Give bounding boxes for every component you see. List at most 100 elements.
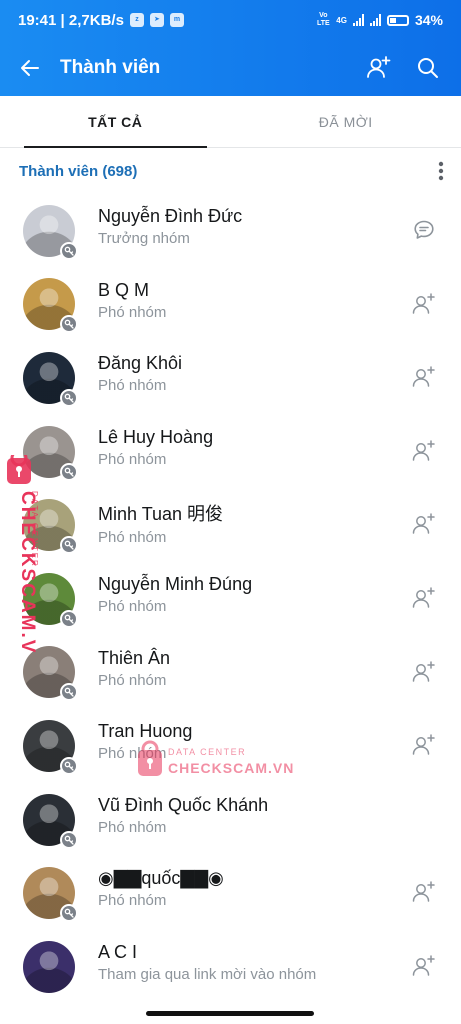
add-friend-button[interactable] <box>409 362 439 392</box>
key-icon <box>64 614 74 624</box>
add-friend-icon <box>412 955 435 976</box>
member-list: Nguyễn Đình Đức Trưởng nhóm B Q M Phó nhóm Đ… <box>0 194 461 1004</box>
add-friend-button[interactable] <box>409 583 439 613</box>
member-role: Phó nhóm <box>98 671 167 689</box>
member-row[interactable]: Minh Tuan 明俊 Phó nhóm <box>0 488 461 562</box>
member-avatar[interactable] <box>23 793 78 849</box>
member-role: Phó nhóm <box>98 377 167 395</box>
member-role: Trưởng nhóm <box>98 230 190 247</box>
member-avatar[interactable] <box>23 940 75 993</box>
tab-all[interactable]: TẤT CẢ <box>0 96 231 148</box>
key-icon <box>64 761 74 771</box>
key-icon <box>64 835 74 845</box>
member-row[interactable]: Nguyễn Minh Đúng Phó nhóm <box>0 562 461 636</box>
search-icon <box>418 58 438 78</box>
system-nav-bar <box>0 1004 461 1024</box>
member-name: A C I <box>98 941 138 962</box>
tab-invited[interactable]: ĐÃ MỜI <box>231 96 461 147</box>
section-header: Thành viên (698) <box>0 150 461 192</box>
add-friend-icon <box>412 513 435 535</box>
add-friend-icon <box>412 734 435 755</box>
admin-key-badge <box>60 609 78 628</box>
add-friend-button[interactable] <box>409 509 439 539</box>
member-role: Phó nhóm <box>98 597 167 615</box>
status-bar: 19:41 | 2,7KB/s z ➤ m Vo LTE 4G 34% <box>0 0 461 40</box>
battery-percent: 34% <box>414 12 443 28</box>
key-icon <box>64 467 74 477</box>
more-options-button[interactable] <box>421 151 461 191</box>
member-name: Nguyễn Đình Đức <box>98 206 243 226</box>
add-member-button[interactable] <box>357 47 399 89</box>
back-arrow-icon <box>21 60 39 76</box>
member-role: Phó nhóm <box>98 450 167 468</box>
member-row[interactable]: Lê Huy Hoàng Phó nhóm <box>0 415 461 489</box>
add-friend-icon <box>412 587 435 608</box>
watermark-center-brand: CHECKSCAM.VN <box>168 760 294 776</box>
member-row[interactable]: A C I Tham gia qua link mời vào nhóm <box>0 930 461 1004</box>
network-type: 4G <box>336 15 347 25</box>
key-icon <box>64 908 74 918</box>
add-friend-button[interactable] <box>409 436 439 466</box>
add-friend-icon <box>412 881 435 903</box>
member-tabs: TẤT CẢ ĐÃ MỜI <box>0 96 461 148</box>
key-icon <box>64 320 74 330</box>
search-button[interactable] <box>407 47 449 89</box>
checkscam-side-watermark: CHECKSCAM.VN DATA CENTER <box>7 455 38 655</box>
member-role: Phó nhóm <box>98 818 167 836</box>
key-icon <box>64 393 74 403</box>
member-name: Lê Huy Hoàng <box>98 426 214 447</box>
avatar <box>23 940 75 993</box>
chat-button[interactable] <box>409 215 439 245</box>
member-avatar[interactable] <box>23 204 78 260</box>
key-icon <box>64 688 74 698</box>
member-avatar[interactable] <box>23 351 78 407</box>
watermark-side-sub: DATA CENTER <box>30 491 38 568</box>
key-icon <box>64 246 74 256</box>
member-role: Tham gia qua link mời vào nhóm <box>98 965 317 983</box>
home-gesture-bar[interactable] <box>146 1011 314 1016</box>
checkscam-center-watermark: DATA CENTER CHECKSCAM.VN <box>138 740 294 776</box>
member-row[interactable]: Thiên Ân Phó nhóm <box>0 636 461 710</box>
back-button[interactable] <box>0 40 60 96</box>
member-row[interactable]: Vũ Đình Quốc Khánh Phó nhóm <box>0 783 461 857</box>
add-friend-button[interactable] <box>409 951 439 981</box>
chat-icon <box>414 220 434 239</box>
add-friend-button[interactable] <box>409 730 439 760</box>
member-name: Minh Tuan 明俊 <box>98 504 224 525</box>
member-name: Tran Huong <box>98 721 193 742</box>
add-member-icon <box>367 56 391 78</box>
member-name: Nguyễn Minh Đúng <box>98 573 253 594</box>
signal-icon-2 <box>369 14 381 26</box>
member-avatar[interactable] <box>23 278 78 334</box>
add-friend-icon <box>412 366 435 387</box>
member-avatar[interactable] <box>23 719 78 775</box>
momo-notification-icon: m <box>169 13 184 27</box>
zalo-notification-icon: z <box>129 13 144 27</box>
add-friend-button[interactable] <box>409 289 439 319</box>
battery-icon <box>386 14 409 26</box>
admin-key-badge <box>60 462 78 481</box>
member-role: Phó nhóm <box>98 529 167 547</box>
admin-key-badge <box>60 683 78 702</box>
member-row[interactable]: ◉▇▇quốc▇▇◉ Phó nhóm <box>0 856 461 930</box>
watermark-center-sub: DATA CENTER <box>168 747 246 757</box>
volte-icon: Vo LTE <box>316 12 330 27</box>
member-row[interactable]: Nguyễn Đình Đức Trưởng nhóm <box>0 194 461 268</box>
member-name: Vũ Đình Quốc Khánh <box>98 794 269 815</box>
member-name: B Q M <box>98 279 150 300</box>
member-row[interactable]: B Q M Phó nhóm <box>0 268 461 342</box>
status-time: 19:41 | 2,7KB/s <box>18 11 124 29</box>
add-friend-button[interactable] <box>409 657 439 687</box>
more-vertical-icon <box>438 161 444 181</box>
member-avatar[interactable] <box>23 867 78 923</box>
member-row[interactable]: Đăng Khôi Phó nhóm <box>0 341 461 415</box>
add-friend-icon <box>412 660 435 682</box>
member-name: ◉▇▇quốc▇▇◉ <box>98 868 224 889</box>
admin-key-badge <box>60 241 78 260</box>
add-friend-icon <box>412 440 435 461</box>
app-bar: Thành viên <box>0 40 461 96</box>
add-friend-button[interactable] <box>409 877 439 907</box>
member-name: Thiên Ân <box>98 647 171 668</box>
admin-key-badge <box>60 830 78 849</box>
add-friend-icon <box>412 292 435 314</box>
